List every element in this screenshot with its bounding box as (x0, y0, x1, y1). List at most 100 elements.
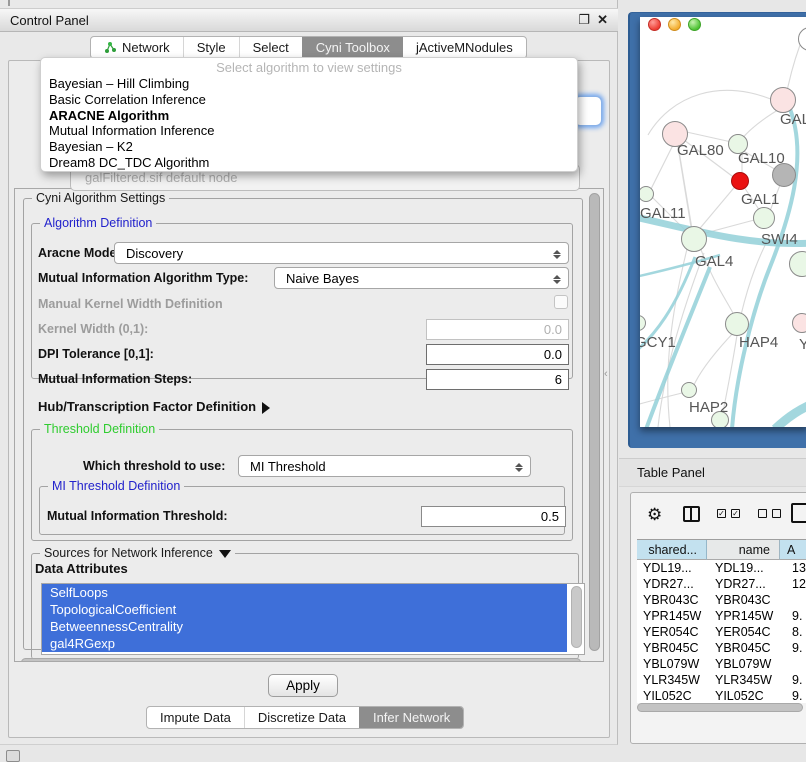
float-panel-icon[interactable]: ❐ (578, 12, 590, 28)
table-row[interactable]: YBR045C YBR045C 9. (637, 640, 806, 656)
checked-checkbox-icon[interactable]: ✓ (731, 509, 740, 518)
minimized-panel-chip[interactable] (6, 750, 20, 762)
manual-kernel-checkbox[interactable] (554, 295, 568, 309)
cell: YIL052C (707, 688, 780, 704)
dropdown-item[interactable]: Basic Correlation Inference (41, 92, 577, 108)
sources-title-text: Sources for Network Inference (44, 546, 213, 560)
table-panel-titlebar: Table Panel (619, 458, 806, 487)
mi-type-combobox[interactable]: Naive Bayes (274, 267, 569, 289)
kernel-width-input[interactable]: 0.0 (426, 319, 569, 340)
table-row[interactable]: YLR345W YLR345W 9. (637, 672, 806, 688)
list-scrollbar-thumb[interactable] (571, 586, 582, 648)
column-header-shared[interactable]: shared... (637, 540, 707, 560)
column-header-name[interactable]: name (707, 540, 780, 560)
manual-kernel-label: Manual Kernel Width Definition (38, 297, 223, 311)
cell: YPR145W (637, 608, 707, 624)
attribute-item-selected[interactable]: BetweennessCentrality (42, 618, 567, 635)
settings-hscrollbar[interactable] (21, 658, 581, 662)
dropdown-item[interactable]: Mutual Information Inference (41, 123, 577, 139)
network-node[interactable] (753, 207, 775, 229)
table-row[interactable]: YER054C YER054C 8. (637, 624, 806, 640)
aracne-mode-combobox[interactable]: Discovery (114, 242, 569, 264)
new-table-icon[interactable] (791, 503, 806, 523)
cell: YDR27... (637, 576, 707, 592)
cell: 9. (780, 608, 806, 624)
tab-impute-data[interactable]: Impute Data (147, 707, 244, 728)
splitter-handle[interactable]: ‹ (604, 368, 614, 382)
algorithm-combobox-fragment[interactable] (574, 96, 602, 126)
settings-vscrollbar[interactable] (588, 191, 601, 659)
dpi-tolerance-input[interactable]: 0.0 (426, 344, 569, 365)
attribute-item-selected[interactable]: TopologicalCoefficient (42, 601, 567, 618)
mi-threshold-label: Mutual Information Threshold: (47, 509, 228, 523)
tab-jactivemnodules-label: jActiveMNodules (416, 37, 513, 58)
cell: YDR27... (707, 576, 780, 592)
table-select-value: galFiltered.sif default node (85, 170, 237, 185)
dropdown-item[interactable]: Dream8 DC_TDC Algorithm (41, 155, 577, 171)
network-node[interactable] (681, 382, 697, 398)
spinner-icon (552, 271, 561, 287)
expand-arrow-icon (262, 402, 270, 414)
split-columns-icon[interactable] (683, 506, 700, 522)
tab-select[interactable]: Select (239, 37, 302, 58)
tab-impute-label: Impute Data (160, 707, 231, 728)
tab-discretize-data[interactable]: Discretize Data (244, 707, 359, 728)
vscrollbar-thumb[interactable] (589, 193, 600, 651)
table-row[interactable]: YDL19... YDL19... 13 (637, 560, 806, 576)
spinner-icon (552, 246, 561, 262)
checked-checkbox-icon[interactable]: ✓ (717, 509, 726, 518)
collapse-arrow-icon[interactable] (219, 550, 231, 558)
network-edges (640, 17, 806, 427)
table-row[interactable]: YBR043C YBR043C (637, 592, 806, 608)
hscrollbar-thumb[interactable] (21, 658, 581, 662)
network-canvas[interactable]: GAL GAL80 GAL10 GAL1 GAL11 SWI4 GAL4 GCY… (640, 17, 806, 427)
table-row[interactable]: YDR27... YDR27... 12 (637, 576, 806, 592)
network-node[interactable] (725, 312, 749, 336)
node-label: GAL (780, 111, 806, 128)
which-threshold-combobox[interactable]: MI Threshold (238, 455, 531, 477)
table-row[interactable]: YPR145W YPR145W 9. (637, 608, 806, 624)
network-node[interactable] (770, 87, 796, 113)
table-row[interactable]: YIL052C YIL052C 9. (637, 688, 806, 704)
network-node[interactable] (792, 313, 806, 333)
table-hscrollbar-thumb[interactable] (637, 703, 803, 712)
unchecked-checkbox-icon[interactable] (772, 509, 781, 518)
tab-network[interactable]: Network (91, 37, 183, 58)
tab-jactivemnodules[interactable]: jActiveMNodules (403, 37, 526, 58)
tab-style[interactable]: Style (183, 37, 239, 58)
tab-cyni-toolbox[interactable]: Cyni Toolbox (302, 37, 403, 58)
aracne-mode-label: Aracne Mode: (38, 246, 121, 260)
mi-threshold-input[interactable]: 0.5 (421, 506, 566, 527)
cell: YLR345W (707, 672, 780, 688)
cell: YBL079W (637, 656, 707, 672)
mi-steps-input[interactable]: 6 (426, 369, 569, 390)
dropdown-item-selected[interactable]: ARACNE Algorithm (41, 108, 577, 124)
threshold-definition-title: Threshold Definition (40, 422, 159, 436)
dropdown-item[interactable]: Bayesian – Hill Climbing (41, 76, 577, 92)
attribute-item-selected[interactable]: SelfLoops (42, 584, 567, 601)
cell (780, 656, 806, 672)
table-hscrollbar[interactable] (637, 703, 806, 713)
attribute-item-selected[interactable]: gal4RGexp (42, 635, 567, 652)
hub-definition-toggle[interactable]: Hub/Transcription Factor Definition (38, 399, 270, 414)
close-panel-icon[interactable]: ✕ (597, 12, 608, 28)
dropdown-item[interactable]: Bayesian – K2 (41, 139, 577, 155)
node-label: GAL1 (741, 191, 779, 208)
tab-cyni-toolbox-label: Cyni Toolbox (316, 37, 390, 58)
network-node[interactable] (731, 172, 749, 190)
node-label: Y (799, 336, 806, 353)
node-label: GCY1 (640, 334, 676, 351)
network-node[interactable] (681, 226, 707, 252)
unchecked-checkbox-icon[interactable] (758, 509, 767, 518)
tab-infer-network[interactable]: Infer Network (359, 707, 463, 728)
cell: YBR045C (707, 640, 780, 656)
data-attributes-label: Data Attributes (35, 561, 128, 576)
cell: 12 (780, 576, 806, 592)
gear-icon[interactable]: ⚙ (647, 505, 662, 525)
apply-button[interactable]: Apply (268, 674, 338, 697)
column-header-clipped[interactable]: A (780, 540, 806, 560)
algorithm-definition-title: Algorithm Definition (40, 216, 156, 230)
table-row[interactable]: YBL079W YBL079W (637, 656, 806, 672)
hub-definition-label: Hub/Transcription Factor Definition (38, 399, 256, 414)
table-panel-title: Table Panel (637, 465, 705, 480)
